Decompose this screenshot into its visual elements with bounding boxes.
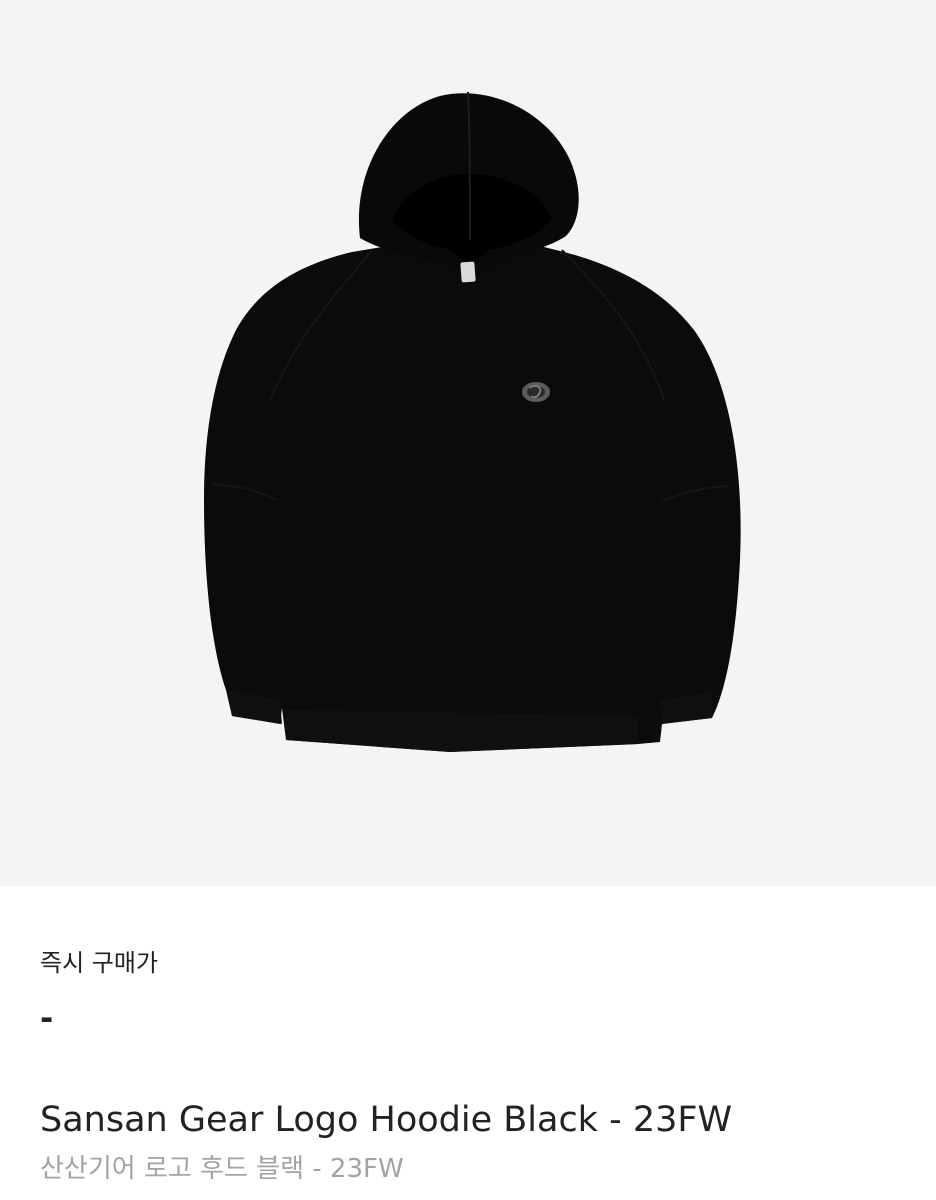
hoodie-hem: [286, 710, 638, 752]
hoodie-body: [204, 244, 741, 752]
product-name-ko: 산산기어 로고 후드 블랙 - 23FW: [40, 1154, 404, 1184]
price-value: -: [40, 999, 54, 1037]
product-name-en[interactable]: Sansan Gear Logo Hoodie Black - 23FW: [40, 1098, 732, 1142]
price-label: 즉시 구매가: [40, 949, 159, 977]
product-detail-page: 즉시 구매가 - Sansan Gear Logo Hoodie Black -…: [0, 0, 936, 1200]
chest-logo-icon: [522, 382, 550, 402]
hoodie-illustration: [204, 91, 741, 752]
product-image[interactable]: [0, 0, 936, 886]
hoodie-label: [460, 261, 476, 283]
